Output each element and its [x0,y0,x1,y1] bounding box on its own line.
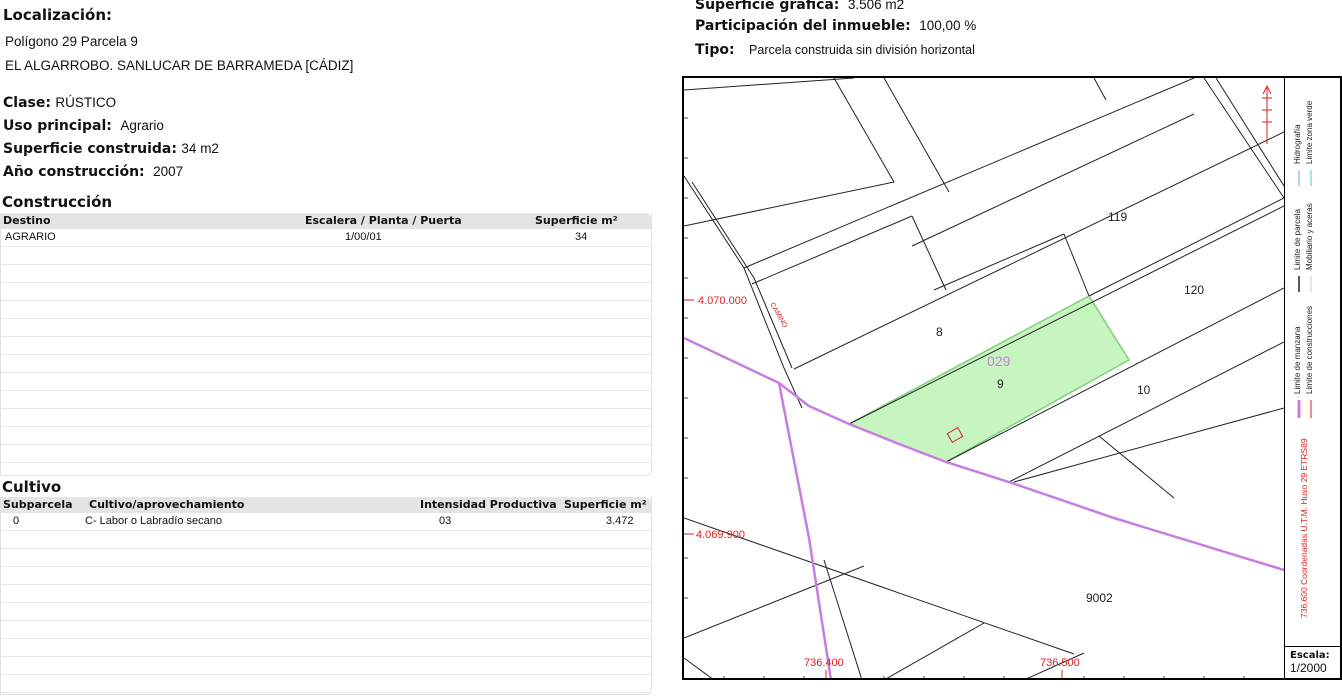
superficie-grafica-label: Superficie gráfica: [695,0,840,13]
cultivo-cell-intensidad: 03 [439,515,452,527]
legend-zona-verde: Limite zona verde [1305,100,1314,164]
tipo-value: Parcela construida sin división horizont… [749,43,975,57]
cultivo-table-header: Subparcela Cultivo/aprovechamiento Inten… [1,497,651,513]
table-row [1,373,651,391]
superficie-construida-field: Superficie construida: 34 m2 [3,140,219,158]
clase-value: RÚSTICO [55,95,117,110]
anio-value: 2007 [153,164,184,179]
legend-mobiliario: Mobiliario y aceras [1305,203,1314,270]
coord-x-736500: 736.500 [1040,657,1080,669]
cultivo-header-superficie: Superficie m² [564,498,647,511]
table-row [1,337,651,355]
construccion-table: Destino Escalera / Planta / Puerta Super… [0,213,652,476]
tipo-field: Tipo: Parcela construida sin división ho… [695,41,975,59]
legend-limite-parcela: Limite de parcela [1293,209,1302,270]
tipo-label: Tipo: [695,42,735,58]
uso-value: Agrario [120,118,164,133]
table-row [1,585,651,603]
anio-label: Año construcción: [3,164,145,180]
construccion-table-header: Destino Escalera / Planta / Puerta Super… [1,213,651,229]
table-row [1,549,651,567]
table-row [1,391,651,409]
clase-field: Clase: RÚSTICO [3,94,116,112]
localizacion-line1: Polígono 29 Parcela 9 [5,34,138,49]
construccion-header-superficie: Superficie m² [535,214,618,227]
legend-utm-note: 736.600 Coordenadas U.T.M. Huso 29 ETRS8… [1299,438,1309,618]
table-row: 0 C- Labor o Labradío secano 03 3.472 [1,513,651,531]
uso-field: Uso principal: Agrario [3,117,164,135]
polygon-label-029: 029 [987,353,1011,369]
table-row [1,319,651,337]
uso-label: Uso principal: [3,118,112,134]
table-row [1,675,651,693]
construccion-cell-destino: AGRARIO [5,231,56,243]
table-row [1,639,651,657]
cultivo-header-cultivo: Cultivo/aprovechamiento [89,498,245,511]
superficie-grafica-value: 3.506 m2 [847,0,905,12]
coord-y-4070000: 4.070.000 [698,295,747,307]
participacion-value: 100,00 % [919,18,977,33]
parcel-label-10: 10 [1137,383,1151,397]
construccion-cell-superficie: 34 [575,231,588,243]
construccion-header-escalera: Escalera / Planta / Puerta [305,214,462,227]
table-row [1,567,651,585]
construccion-title: Construcción [2,193,113,211]
cultivo-header-intensidad: Intensidad Productiva [420,498,557,511]
cadastral-map: 4.070.000 4.069.900 736.400 736.500 119 … [682,76,1342,680]
anio-field: Año construcción: 2007 [3,163,183,181]
road-label: CAMINO [768,302,788,330]
legend-limite-construcciones: Limite de construcciones [1305,305,1314,394]
coord-x-736400: 736.400 [804,657,844,669]
construccion-header-destino: Destino [3,214,51,227]
table-row [1,621,651,639]
scale-label: Escala: [1290,650,1330,661]
table-row [1,265,651,283]
north-arrow-icon [1262,84,1272,144]
coord-y-4069900: 4.069.900 [696,529,745,541]
table-row [1,283,651,301]
table-row [1,427,651,445]
cultivo-table: Subparcela Cultivo/aprovechamiento Inten… [0,497,652,695]
parcel-label-9: 9 [997,377,1004,391]
construccion-cell-escalera: 1/00/01 [345,231,382,243]
parcel-9-area [847,295,1131,463]
parcel-label-120: 120 [1184,283,1204,297]
table-row: AGRARIO 1/00/01 34 [1,229,651,247]
parcel-label-119: 119 [1108,210,1127,224]
map-legend: Limite de manzana Limite de construccion… [1284,78,1340,646]
parcel-label-8: 8 [936,325,943,339]
parcel-label-9002: 9002 [1086,591,1113,605]
localizacion-line2: EL ALGARROBO. SANLUCAR DE BARRAMEDA [CÁD… [5,58,354,73]
cultivo-cell-superficie: 3.472 [606,515,634,527]
scale-box: Escala: 1/2000 [1284,646,1340,678]
table-row [1,603,651,621]
cultivo-header-subparcela: Subparcela [3,498,73,511]
table-row [1,531,651,549]
participacion-field: Participación del inmueble: 100,00 % [695,17,976,35]
localizacion-label: Localización: [3,6,113,24]
clase-label: Clase: [3,95,51,111]
manzana-boundary-2 [777,382,832,678]
legend-hidrografia: Hidrografía [1293,124,1302,164]
table-row [1,409,651,427]
table-row [1,301,651,319]
table-row [1,657,651,675]
legend-limite-manzana: Limite de manzana [1293,326,1302,394]
cultivo-cell-cultivo: C- Labor o Labradío secano [85,515,222,527]
participacion-label: Participación del inmueble: [695,18,911,34]
superficie-grafica-field: Superficie gráfica: 3.506 m2 [695,0,904,14]
cultivo-cell-subparcela: 0 [13,515,20,527]
superficie-construida-label: Superficie construida: [3,141,177,157]
table-row [1,247,651,265]
map-svg: 4.070.000 4.069.900 736.400 736.500 119 … [684,78,1284,678]
superficie-construida-value: 34 m2 [181,141,219,156]
cultivo-title: Cultivo [2,478,62,496]
scale-value: 1/2000 [1290,661,1327,675]
table-row [1,355,651,373]
table-row [1,445,651,463]
